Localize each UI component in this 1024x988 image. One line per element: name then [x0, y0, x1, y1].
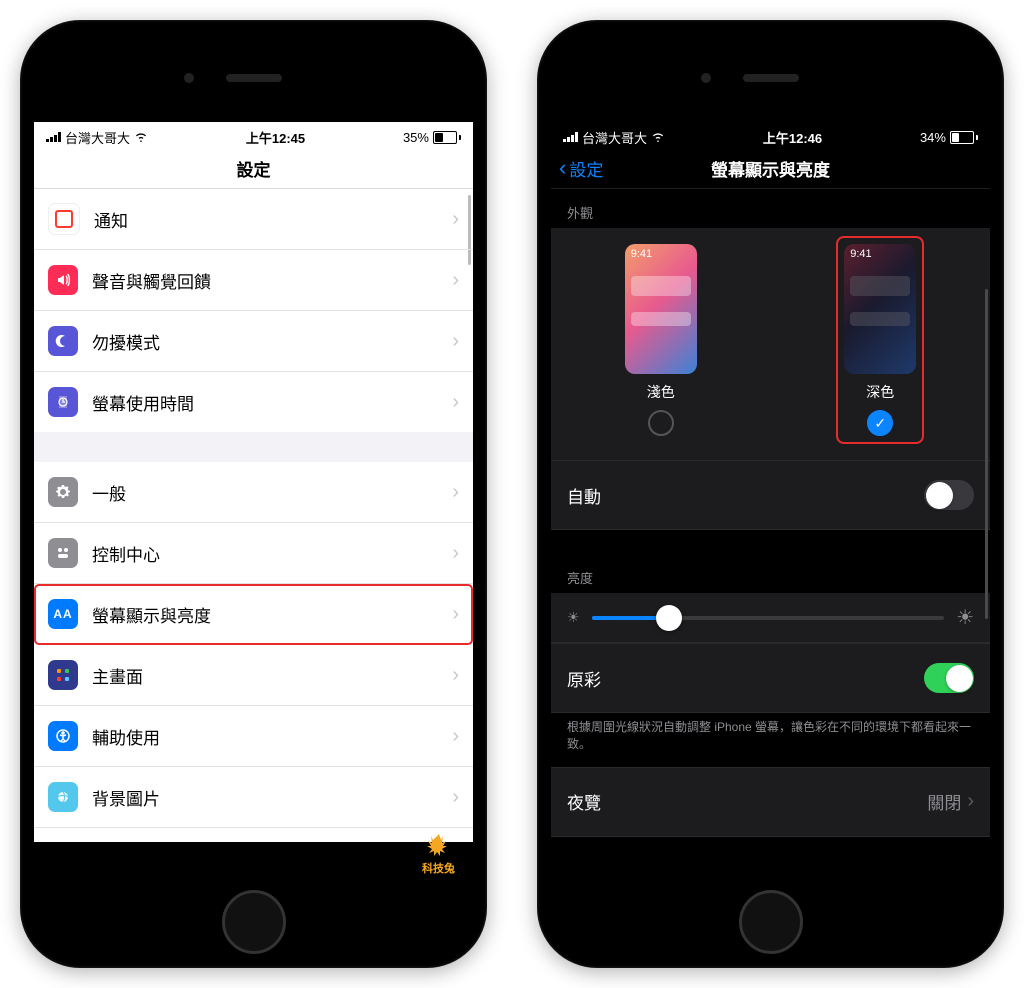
speaker-grille	[743, 74, 799, 82]
chevron-right-icon: ›	[452, 330, 459, 353]
home-screen-icon	[48, 660, 78, 690]
back-button[interactable]: ‹ 設定	[559, 156, 603, 181]
phone-frame-display: 台灣大哥大 上午12:46 34% ‹ 設定 螢幕顯示與亮度	[537, 20, 1004, 968]
screentime-icon	[48, 387, 78, 417]
row-dnd[interactable]: 勿擾模式 ›	[34, 311, 473, 372]
status-bar: 台灣大哥大 上午12:45 35%	[34, 122, 473, 148]
chevron-right-icon: ›	[967, 790, 974, 813]
chevron-right-icon: ›	[452, 391, 459, 414]
status-bar: 台灣大哥大 上午12:46 34%	[551, 122, 990, 148]
row-screentime[interactable]: 螢幕使用時間 ›	[34, 372, 473, 432]
wallpaper-icon	[48, 782, 78, 812]
sun-small-icon: ☀︎	[567, 609, 580, 626]
status-time: 上午12:46	[763, 128, 822, 147]
watermark: 科技兔	[422, 832, 455, 876]
page-title: 螢幕顯示與亮度	[711, 156, 830, 181]
row-control-center[interactable]: 控制中心 ›	[34, 523, 473, 584]
battery-icon	[950, 131, 978, 144]
control-center-icon	[48, 538, 78, 568]
display-icon: AA	[48, 599, 78, 629]
brightness-slider[interactable]	[592, 616, 945, 620]
notifications-icon	[48, 203, 80, 235]
chevron-right-icon: ›	[452, 542, 459, 565]
row-notifications[interactable]: 通知 ›	[34, 189, 473, 250]
accessibility-icon	[48, 721, 78, 751]
phone-frame-settings: 台灣大哥大 上午12:45 35% 設定	[20, 20, 487, 968]
carrier-label: 台灣大哥大	[65, 128, 130, 147]
nav-bar: 設定	[34, 148, 473, 189]
chevron-right-icon: ›	[452, 208, 459, 231]
row-accessibility[interactable]: 輔助使用 ›	[34, 706, 473, 767]
sun-large-icon: ☀︎	[956, 605, 974, 630]
battery-icon	[433, 131, 461, 144]
scrollbar[interactable]	[985, 289, 988, 619]
chevron-right-icon: ›	[452, 725, 459, 748]
appearance-light-option[interactable]: 9:41 淺色	[619, 238, 703, 442]
chevron-right-icon: ›	[452, 664, 459, 687]
appearance-selector: 9:41 淺色 9:41 深色 ✓	[551, 228, 990, 460]
chevron-right-icon: ›	[452, 786, 459, 809]
dark-radio[interactable]: ✓	[867, 410, 893, 436]
row-display-brightness[interactable]: AA 螢幕顯示與亮度 ›	[34, 584, 473, 645]
auto-toggle[interactable]	[924, 480, 974, 510]
signal-icon	[46, 132, 61, 142]
display-settings-list[interactable]: 外觀 9:41 淺色 9:41	[551, 189, 990, 842]
wifi-icon	[134, 132, 148, 142]
home-button[interactable]	[739, 890, 803, 954]
truetone-description: 根據周圍光線狀況自動調整 iPhone 螢幕，讓色彩在不同的環境下都看起來一致。	[551, 713, 990, 767]
battery-percent: 35%	[403, 130, 429, 145]
carrier-label: 台灣大哥大	[582, 128, 647, 147]
dark-preview: 9:41	[844, 244, 916, 374]
settings-list[interactable]: 通知 › 聲音與觸覺回饋 › 勿擾模式	[34, 189, 473, 842]
battery-percent: 34%	[920, 130, 946, 145]
row-wallpaper[interactable]: 背景圖片 ›	[34, 767, 473, 828]
light-radio[interactable]	[648, 410, 674, 436]
brightness-header: 亮度	[551, 554, 990, 593]
status-time: 上午12:45	[246, 128, 305, 147]
row-auto: 自動	[551, 460, 990, 530]
row-sounds[interactable]: 聲音與觸覺回饋 ›	[34, 250, 473, 311]
row-truetone: 原彩	[551, 643, 990, 713]
row-home-screen[interactable]: 主畫面 ›	[34, 645, 473, 706]
page-title: 設定	[237, 156, 271, 181]
nav-bar: ‹ 設定 螢幕顯示與亮度	[551, 148, 990, 189]
light-preview: 9:41	[625, 244, 697, 374]
signal-icon	[563, 132, 578, 142]
brightness-slider-row: ☀︎ ☀︎	[551, 593, 990, 643]
wifi-icon	[651, 132, 665, 142]
sounds-icon	[48, 265, 78, 295]
dnd-icon	[48, 326, 78, 356]
chevron-left-icon: ‹	[559, 157, 566, 179]
chevron-right-icon: ›	[452, 481, 459, 504]
row-general[interactable]: 一般 ›	[34, 462, 473, 523]
camera-dot	[184, 73, 194, 83]
home-button[interactable]	[222, 890, 286, 954]
speaker-grille	[226, 74, 282, 82]
row-nightshift[interactable]: 夜覽 關閉 ›	[551, 767, 990, 837]
appearance-dark-option[interactable]: 9:41 深色 ✓	[838, 238, 922, 442]
appearance-header: 外觀	[551, 189, 990, 228]
truetone-toggle[interactable]	[924, 663, 974, 693]
chevron-right-icon: ›	[452, 603, 459, 626]
gear-icon	[48, 477, 78, 507]
row-siri[interactable]: Siri 與搜尋 ›	[34, 828, 473, 842]
camera-dot	[701, 73, 711, 83]
chevron-right-icon: ›	[452, 269, 459, 292]
